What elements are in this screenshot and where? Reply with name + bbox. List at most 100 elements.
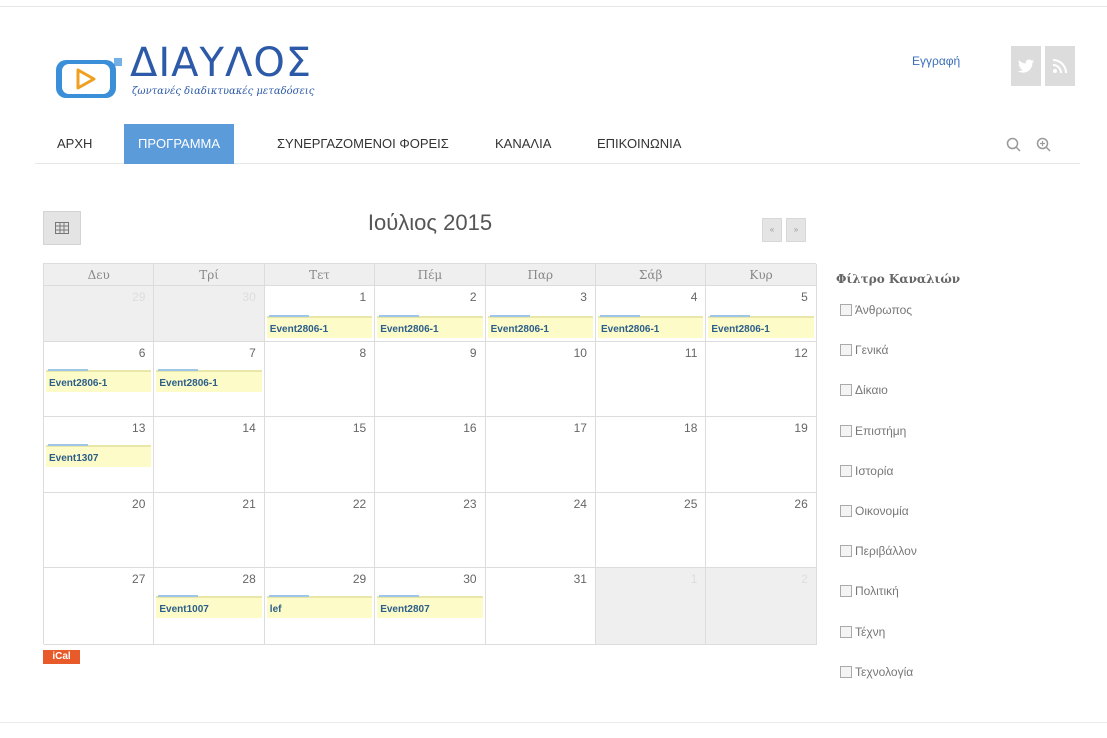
calendar-day-cell[interactable]: 29: [44, 286, 155, 342]
calendar-day-cell[interactable]: 13 Event1307: [44, 417, 155, 493]
event-title: Event2806-1: [49, 378, 108, 389]
day-number: 18: [684, 421, 698, 435]
event-title: Event2806-1: [711, 324, 770, 335]
calendar-event[interactable]: Event2806-1: [598, 315, 704, 338]
register-link[interactable]: Εγγραφή: [912, 54, 960, 68]
weekday-label: Τετ: [264, 264, 376, 286]
day-number: 22: [352, 497, 367, 511]
channel-filter-checkbox[interactable]: [840, 665, 852, 678]
calendar-event[interactable]: Event2806-1: [487, 315, 593, 338]
calendar-day-cell[interactable]: 25: [596, 493, 707, 568]
nav-item-contact[interactable]: ΕΠΙΚΟΙΝΩΝΙΑ: [583, 124, 695, 164]
event-time-bar: [268, 315, 309, 317]
calendar-day-cell[interactable]: 26: [706, 493, 817, 568]
channel-filter-item[interactable]: Πολιτική: [840, 584, 899, 598]
channel-filter-label: Ιστορία: [855, 463, 894, 478]
calendar-day-cell[interactable]: 19: [706, 417, 817, 493]
calendar-view-button[interactable]: [43, 211, 81, 245]
calendar-day-cell[interactable]: 29 lef: [264, 568, 376, 645]
calendar-event[interactable]: Event2806-1: [156, 369, 262, 392]
calendar-day-cell[interactable]: 20: [44, 493, 155, 568]
calendar-day-cell[interactable]: 28 Event1007: [154, 568, 265, 645]
calendar-event[interactable]: Event1307: [46, 444, 152, 467]
calendar-day-cell[interactable]: 17: [485, 417, 596, 493]
channel-filter-checkbox[interactable]: [840, 424, 852, 437]
calendar-day-cell[interactable]: 6 Event2806-1: [44, 342, 155, 417]
main-nav: ΑΡΧΗ ΠΡΟΓΡΑΜΜΑ ΣΥΝΕΡΓΑΖΟΜΕΝΟΙ ΦΟΡΕΙΣ ΚΑΝ…: [35, 124, 1080, 164]
grid-icon: [55, 222, 69, 234]
day-number: 12: [794, 346, 808, 360]
calendar-day-cell[interactable]: 22: [264, 493, 376, 568]
calendar-day-cell[interactable]: 12: [706, 342, 817, 417]
calendar-day-cell[interactable]: 27: [44, 568, 155, 645]
event-time-bar: [379, 595, 420, 597]
calendar-day-cell[interactable]: 5 Event2806-1: [706, 286, 817, 342]
channel-filter-item[interactable]: Επιστήμη: [840, 424, 906, 438]
channel-filter-item[interactable]: Άνθρωπος: [840, 303, 912, 317]
prev-month-button[interactable]: «: [762, 218, 782, 242]
day-number: 11: [684, 346, 698, 360]
channel-filter-item[interactable]: Περιβάλλον: [840, 544, 917, 558]
calendar-day-cell[interactable]: 23: [375, 493, 486, 568]
twitter-button[interactable]: [1011, 46, 1041, 86]
calendar-event[interactable]: Event2806-1: [708, 315, 814, 338]
calendar-day-cell[interactable]: 24: [485, 493, 596, 568]
nav-item-home[interactable]: ΑΡΧΗ: [43, 124, 106, 164]
calendar-day-cell[interactable]: 7 Event2806-1: [154, 342, 265, 417]
channel-filter-checkbox[interactable]: [840, 464, 852, 477]
day-number: 29: [352, 572, 367, 586]
ical-export-button[interactable]: iCal: [43, 650, 80, 664]
nav-item-channels[interactable]: ΚΑΝΑΛΙΑ: [481, 124, 565, 164]
channel-filter-item[interactable]: Δίκαιο: [840, 383, 888, 397]
calendar-day-cell[interactable]: 8: [264, 342, 376, 417]
calendar-event[interactable]: Event1007: [156, 595, 262, 618]
calendar-day-cell[interactable]: 10: [485, 342, 596, 417]
calendar-event[interactable]: Event2806-1: [377, 315, 483, 338]
channel-filter-checkbox[interactable]: [840, 585, 852, 598]
channel-filter-checkbox[interactable]: [840, 625, 852, 638]
calendar-event[interactable]: lef: [266, 595, 373, 618]
calendar-day-cell[interactable]: 18: [596, 417, 707, 493]
calendar-day-cell[interactable]: 2: [706, 568, 817, 645]
calendar-day-cell[interactable]: 31: [485, 568, 596, 645]
channel-filter-checkbox[interactable]: [840, 384, 852, 397]
calendar-day-cell[interactable]: 3 Event2806-1: [485, 286, 596, 342]
channel-filter-item[interactable]: Οικονομία: [840, 504, 909, 518]
event-time-bar: [600, 315, 640, 317]
day-number: 1: [359, 290, 367, 304]
calendar-grid: Δευ Τρί Τετ Πέμ Παρ Σάβ Κυρ 29 30 1 Event2806-1 2 E…: [43, 263, 817, 645]
calendar-day-cell[interactable]: 9: [375, 342, 486, 417]
channel-filter-checkbox[interactable]: [840, 304, 852, 316]
channel-filter-item[interactable]: Τέχνη: [840, 625, 885, 639]
channel-filter-item[interactable]: Γενικά: [840, 343, 888, 357]
nav-item-partners[interactable]: ΣΥΝΕΡΓΑΖΟΜΕΝΟΙ ΦΟΡΕΙΣ: [263, 124, 463, 164]
site-logo[interactable]: ΔΙΑΥΛΟΣ ζωντανές διαδικτυακές μεταδόσεις: [50, 40, 320, 104]
calendar-day-cell[interactable]: 16: [375, 417, 486, 493]
nav-item-program[interactable]: ΠΡΟΓΡΑΜΜΑ: [124, 124, 235, 164]
zoom-icon[interactable]: [1035, 136, 1053, 154]
calendar-event[interactable]: Event2807: [377, 595, 483, 618]
rss-button[interactable]: [1045, 46, 1075, 86]
calendar-day-cell[interactable]: 15: [264, 417, 376, 493]
calendar-day-cell[interactable]: 14: [154, 417, 265, 493]
calendar-event[interactable]: Event2806-1: [46, 369, 152, 392]
channel-filter-item[interactable]: Τεχνολογία: [840, 665, 913, 679]
channel-filter-item[interactable]: Ιστορία: [840, 464, 893, 478]
day-number: 25: [684, 497, 698, 511]
calendar-day-cell[interactable]: 21: [154, 493, 265, 568]
calendar-day-cell[interactable]: 30: [154, 286, 265, 342]
day-number: 10: [573, 346, 587, 360]
search-icon[interactable]: [1005, 136, 1023, 154]
calendar-day-cell[interactable]: 2 Event2806-1: [375, 286, 486, 342]
next-month-button[interactable]: »: [786, 218, 806, 242]
calendar-day-cell[interactable]: 1 Event2806-1: [264, 286, 376, 342]
channel-filter-checkbox[interactable]: [840, 545, 852, 558]
calendar-day-cell[interactable]: 1: [596, 568, 707, 645]
channel-filter-checkbox[interactable]: [840, 505, 852, 517]
calendar-day-cell[interactable]: 30 Event2807: [375, 568, 486, 645]
channel-filter-checkbox[interactable]: [840, 344, 852, 357]
day-number: 7: [249, 346, 256, 360]
calendar-day-cell[interactable]: 4 Event2806-1: [596, 286, 707, 342]
calendar-day-cell[interactable]: 11: [596, 342, 707, 417]
calendar-event[interactable]: Event2806-1: [266, 315, 373, 338]
